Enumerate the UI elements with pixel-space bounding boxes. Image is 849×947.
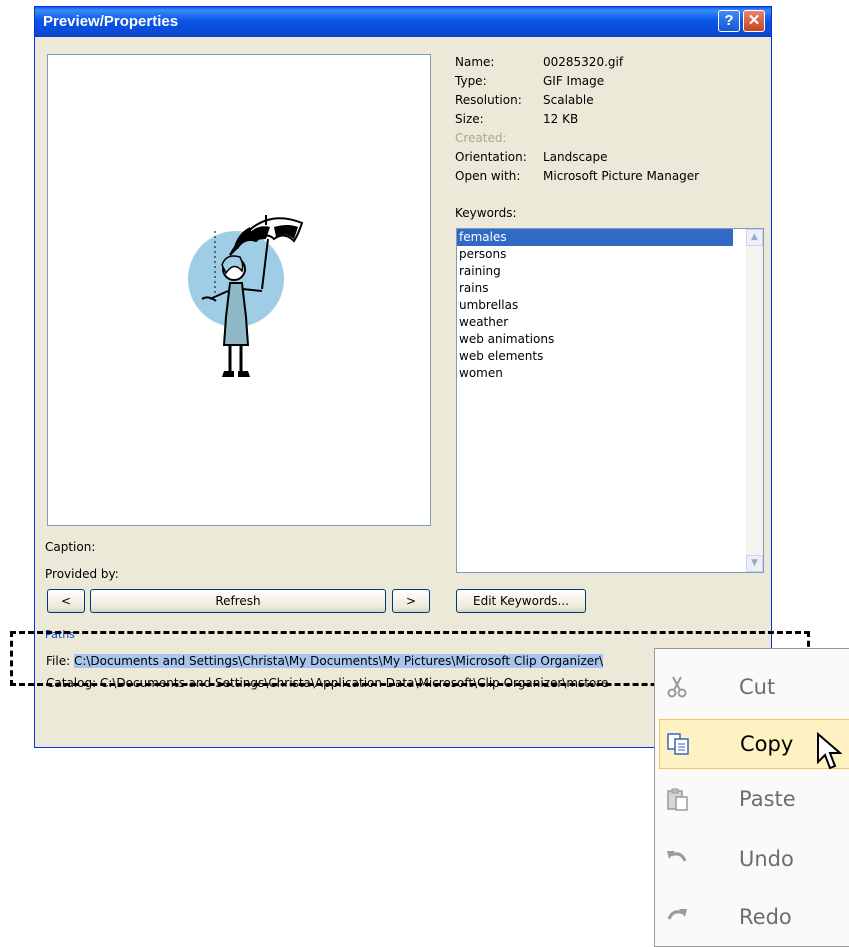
- menu-label-redo: Redo: [739, 905, 792, 929]
- close-button[interactable]: ✕: [743, 10, 765, 32]
- property-value: Landscape: [543, 150, 608, 164]
- property-value: GIF Image: [543, 74, 605, 88]
- keyword-item[interactable]: weather: [457, 314, 733, 331]
- keyword-item[interactable]: persons: [457, 246, 733, 263]
- provided-by-label: Provided by:: [45, 567, 119, 581]
- property-label: Type:: [455, 74, 487, 88]
- context-menu: Cut Copy Paste Undo Redo: [654, 648, 849, 947]
- keywords-scrollbar[interactable]: ▲ ▼: [746, 229, 763, 572]
- property-label: Open with:: [455, 169, 521, 183]
- dialog-title: Preview/Properties: [43, 13, 179, 30]
- keyword-item[interactable]: rains: [457, 280, 733, 297]
- menu-label-paste: Paste: [739, 787, 796, 811]
- help-button[interactable]: ?: [718, 10, 740, 32]
- menu-label-undo: Undo: [739, 847, 794, 871]
- clipart-image: [188, 215, 304, 377]
- property-row: Open with: Microsoft Picture Manager: [455, 169, 699, 188]
- property-value: 00285320.gif: [543, 55, 624, 69]
- keyword-item[interactable]: web animations: [457, 331, 733, 348]
- keyword-item[interactable]: web elements: [457, 348, 733, 365]
- scroll-down-icon[interactable]: ▼: [746, 555, 763, 572]
- undo-icon: [667, 851, 687, 862]
- refresh-button[interactable]: Refresh: [90, 589, 386, 613]
- menu-label-copy: Copy: [740, 732, 794, 756]
- copy-icon: [667, 733, 689, 755]
- mouse-pointer-icon: [817, 732, 842, 770]
- keyword-item[interactable]: raining: [457, 263, 733, 280]
- redo-icon: [667, 909, 687, 920]
- scroll-up-icon[interactable]: ▲: [746, 229, 763, 246]
- edit-keywords-button[interactable]: Edit Keywords...: [456, 589, 586, 613]
- menu-item-paste[interactable]: Paste: [659, 775, 849, 825]
- keyword-item[interactable]: umbrellas: [457, 297, 733, 314]
- next-button[interactable]: >: [392, 589, 430, 613]
- property-value: Microsoft Picture Manager: [543, 169, 700, 183]
- property-label: Resolution:: [455, 93, 522, 107]
- property-row: Resolution: Scalable: [455, 93, 699, 112]
- property-row: Created:: [455, 131, 699, 150]
- properties-panel: Name: 00285320.gif Type: GIF Image Resolut…: [455, 55, 699, 188]
- menu-item-redo[interactable]: Redo: [659, 893, 849, 943]
- scissors-icon: [667, 676, 687, 698]
- property-value: 12 KB: [543, 112, 579, 126]
- property-row: Orientation: Landscape: [455, 150, 699, 169]
- image-preview: [47, 54, 431, 526]
- property-label: Orientation:: [455, 150, 527, 164]
- property-label: Name:: [455, 55, 495, 69]
- property-label: Created:: [455, 131, 507, 145]
- property-row: Size: 12 KB: [455, 112, 699, 131]
- menu-item-undo[interactable]: Undo: [659, 835, 849, 885]
- menu-item-cut[interactable]: Cut: [659, 663, 849, 713]
- keywords-label: Keywords:: [455, 206, 517, 220]
- property-value: Scalable: [543, 93, 594, 107]
- keywords-list[interactable]: females persons raining rains umbrellas …: [456, 228, 764, 573]
- menu-label-cut: Cut: [739, 675, 776, 699]
- property-label: Size:: [455, 112, 484, 126]
- caption-label: Caption:: [45, 540, 96, 554]
- paste-icon: [667, 788, 688, 811]
- title-bar[interactable]: Preview/Properties ? ✕: [35, 7, 771, 37]
- keyword-item[interactable]: females: [457, 229, 733, 246]
- property-row: Type: GIF Image: [455, 74, 699, 93]
- previous-button[interactable]: <: [47, 589, 85, 613]
- keyword-item[interactable]: women: [457, 365, 733, 382]
- property-row: Name: 00285320.gif: [455, 55, 699, 74]
